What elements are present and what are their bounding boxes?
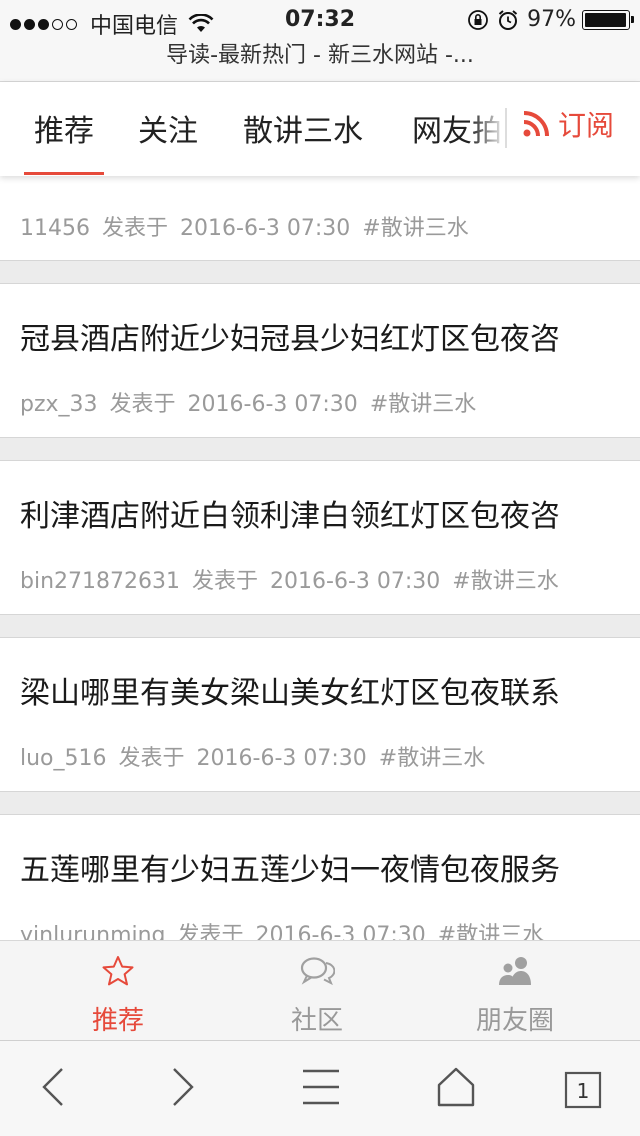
- post-tag[interactable]: #散讲三水: [370, 392, 476, 417]
- page-title-bar[interactable]: 导读-最新热门 - 新三水网站 -...: [0, 40, 640, 82]
- chat-bubble-icon: [300, 957, 336, 986]
- post-feed[interactable]: 11456 发表于 2016-6-3 07:30 #散讲三水 冠县酒店附近少妇冠县少妇…: [0, 176, 640, 940]
- nav-moments[interactable]: 朋友圈: [415, 955, 615, 1037]
- post-card[interactable]: 11456 发表于 2016-6-3 07:30 #散讲三水: [0, 176, 640, 261]
- post-time: 2016-6-3 07:30: [180, 216, 351, 241]
- subscribe-label: 订阅: [558, 109, 615, 142]
- nav-recommend-label: 推荐: [91, 1006, 144, 1036]
- chevron-right-icon: [173, 1068, 194, 1106]
- subscribe-button[interactable]: 订阅: [522, 104, 614, 144]
- tab-divider: [505, 108, 507, 148]
- battery-percent: 97%: [527, 7, 576, 32]
- post-label: 发表于: [109, 392, 176, 417]
- post-meta: pzx_33 发表于 2016-6-3 07:30 #散讲三水: [20, 386, 488, 418]
- home-icon: [437, 1067, 475, 1107]
- tab-follow[interactable]: 关注: [138, 106, 198, 150]
- post-tag[interactable]: #散讲三水: [438, 923, 544, 940]
- post-author[interactable]: yinlurunming: [20, 923, 166, 940]
- home-button[interactable]: [436, 1065, 476, 1113]
- post-time: 2016-6-3 07:30: [196, 746, 367, 771]
- nav-community-label: 社区: [290, 1006, 343, 1036]
- post-meta: yinlurunming 发表于 2016-6-3 07:30 #散讲三水: [20, 917, 556, 940]
- menu-icon: [303, 1069, 339, 1105]
- post-author[interactable]: 11456: [20, 216, 90, 241]
- post-label: 发表于: [102, 216, 169, 241]
- status-right: 97%: [467, 7, 634, 32]
- post-tag[interactable]: #散讲三水: [362, 216, 468, 241]
- post-title[interactable]: 利津酒店附近白领利津白领红灯区包夜咨: [20, 491, 560, 535]
- star-icon: [102, 956, 134, 986]
- post-label: 发表于: [118, 746, 185, 771]
- post-time: 2016-6-3 07:30: [270, 569, 441, 594]
- tab-overflow-fade: [470, 82, 506, 176]
- post-meta: bin271872631 发表于 2016-6-3 07:30 #散讲三水: [20, 563, 571, 595]
- post-card[interactable]: 冠县酒店附近少妇冠县少妇红灯区包夜咨 pzx_33 发表于 2016-6-3 07:…: [0, 283, 640, 438]
- post-tag[interactable]: #散讲三水: [379, 746, 485, 771]
- post-time: 2016-6-3 07:30: [255, 923, 426, 940]
- post-meta: luo_516 发表于 2016-6-3 07:30 #散讲三水: [20, 740, 497, 772]
- post-time: 2016-6-3 07:30: [187, 392, 358, 417]
- post-card[interactable]: 五莲哪里有少妇五莲少妇一夜情包夜服务 yinlurunming 发表于 2016-6…: [0, 814, 640, 940]
- post-author[interactable]: pzx_33: [20, 392, 98, 417]
- menu-button[interactable]: [302, 1065, 340, 1113]
- post-card[interactable]: 梁山哪里有美女梁山美女红灯区包夜联系 luo_516 发表于 2016-6-3 07…: [0, 637, 640, 792]
- nav-moments-label: 朋友圈: [475, 1006, 554, 1036]
- battery-icon: [582, 9, 634, 30]
- people-icon: [499, 957, 531, 985]
- back-button[interactable]: [38, 1065, 68, 1113]
- forward-button[interactable]: [168, 1065, 198, 1113]
- status-bar: 中国电信 07:32 97%: [0, 0, 640, 40]
- page-title: 导读-最新热门 - 新三水网站 -...: [166, 43, 474, 68]
- post-title[interactable]: 五莲哪里有少妇五莲少妇一夜情包夜服务: [20, 845, 560, 889]
- post-author[interactable]: bin271872631: [20, 569, 180, 594]
- rss-icon: [523, 111, 549, 137]
- tab-recommend[interactable]: 推荐: [24, 106, 104, 175]
- post-tag[interactable]: #散讲三水: [452, 569, 558, 594]
- tab-count: 1: [577, 1079, 590, 1103]
- tabs-button[interactable]: 1: [564, 1071, 602, 1113]
- nav-recommend[interactable]: 推荐: [18, 955, 218, 1037]
- tab-sanjiang-sanshui[interactable]: 散讲三水: [243, 106, 363, 150]
- post-label: 发表于: [192, 569, 259, 594]
- post-meta: 11456 发表于 2016-6-3 07:30 #散讲三水: [20, 210, 481, 242]
- bottom-nav: 推荐 社区 朋友圈: [0, 940, 640, 1040]
- post-label: 发表于: [177, 923, 244, 940]
- chevron-left-icon: [42, 1068, 63, 1106]
- post-title[interactable]: 冠县酒店附近少妇冠县少妇红灯区包夜咨: [20, 314, 560, 358]
- post-card[interactable]: 利津酒店附近白领利津白领红灯区包夜咨 bin271872631 发表于 2016-6…: [0, 460, 640, 615]
- category-tabs: 推荐 关注 散讲三水 网友拍 订阅: [0, 82, 640, 176]
- browser-toolbar: 1: [0, 1040, 640, 1136]
- orientation-lock-icon: [468, 9, 488, 30]
- post-title[interactable]: 梁山哪里有美女梁山美女红灯区包夜联系: [20, 668, 560, 712]
- alarm-icon: [498, 9, 518, 30]
- nav-community[interactable]: 社区: [217, 955, 417, 1037]
- tab-count-icon: 1: [564, 1071, 602, 1109]
- post-author[interactable]: luo_516: [20, 746, 107, 771]
